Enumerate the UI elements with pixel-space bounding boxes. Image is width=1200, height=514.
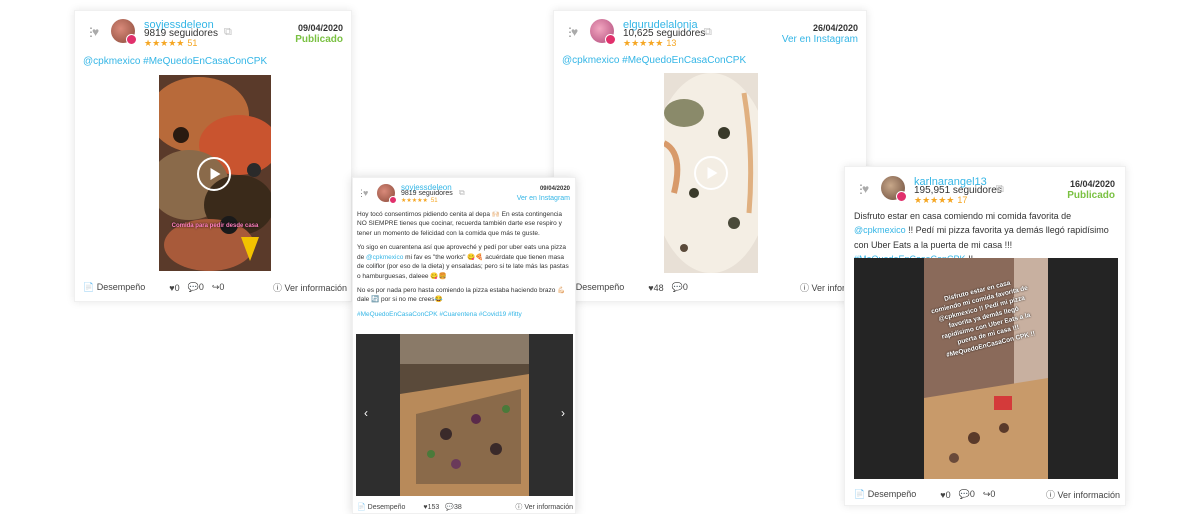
post-video-thumbnail[interactable]: Disfruto estar en casa comiendo mi comid…: [854, 258, 1118, 479]
status-badge: Publicado: [295, 34, 343, 45]
comments-count: 💬38: [445, 504, 462, 511]
external-link-icon[interactable]: ⧉: [704, 26, 712, 39]
rating-stars: ★★★★★ 51: [401, 198, 438, 204]
avatar[interactable]: [111, 19, 137, 45]
post-card-3: ⋮ ♥ elgurudelalonja 10,625 seguidores ★★…: [553, 10, 867, 302]
post-hashtags: @cpkmexico #MeQuedoEnCasaConCPK: [562, 55, 747, 66]
post-date: 09/04/2020: [539, 186, 570, 192]
post-image-carousel[interactable]: ‹ ›: [356, 334, 573, 496]
post-tags[interactable]: #MeQuedoEnCasaConCPK #Cuarentena #Covid1…: [357, 310, 571, 319]
comments-count: 💬0: [187, 282, 204, 292]
more-info-link[interactable]: ⓘ Ver información: [1046, 488, 1120, 501]
instagram-icon: [389, 196, 397, 204]
post-video-thumbnail[interactable]: Comida para pedir desde casa: [159, 75, 271, 271]
card-footer: 📄 Desempeño ♥0 💬0 ↪0 ⓘ Ver información: [854, 488, 1120, 501]
card-footer: 📄 Desempeño ♥0 💬0 ↪0 ⓘ Ver información: [83, 281, 347, 294]
heart-outline-icon[interactable]: ♥: [571, 25, 578, 39]
post-paragraph-1: Hoy tocó consentirnos pidiendo cenita al…: [357, 211, 563, 237]
shares-count: ↪0: [211, 282, 225, 292]
instagram-icon: [605, 34, 616, 45]
post-date: 16/04/2020: [1069, 179, 1115, 189]
external-link-icon[interactable]: ⧉: [459, 188, 465, 198]
mention-link[interactable]: @cpkmexico: [366, 254, 403, 261]
shares-count: ↪0: [982, 489, 996, 499]
followers-count: 9819 seguidores: [401, 190, 453, 197]
play-button[interactable]: [694, 156, 728, 190]
video-overlay-text: Comida para pedir desde casa: [171, 223, 259, 229]
rating-stars: ★★★★★ 51: [144, 38, 198, 48]
view-on-instagram-link[interactable]: Ver en Instagram: [517, 195, 570, 202]
post-date: 09/04/2020: [297, 23, 343, 33]
status-badge: Publicado: [1067, 190, 1115, 201]
avatar[interactable]: [377, 184, 397, 204]
post-body: Hoy tocó consentirnos pidiendo cenita al…: [357, 210, 571, 319]
play-button[interactable]: [197, 157, 231, 191]
post-date: 26/04/2020: [812, 23, 858, 33]
avatar[interactable]: [590, 19, 616, 45]
comments-count: 💬0: [958, 489, 975, 499]
likes-count: ♥153: [423, 503, 440, 511]
post-hashtags: @cpkmexico #MeQuedoEnCasaConCPK: [83, 56, 268, 67]
more-info-link[interactable]: ⓘ Ver información: [273, 281, 347, 294]
post-video-thumbnail[interactable]: [664, 73, 758, 273]
post-card-2: ⋮ ♥ soyjessdeleon 9819 seguidores ★★★★★ 5…: [352, 177, 576, 514]
instagram-icon: [896, 191, 907, 202]
mention-link[interactable]: @cpkmexico: [854, 225, 906, 235]
performance-link[interactable]: 📄 Desempeño: [854, 489, 916, 500]
heart-outline-icon[interactable]: ♥: [363, 188, 368, 198]
card-footer: 📄 Desempeño ♥48 💬0 ⓘ Ver informac: [562, 281, 862, 294]
external-link-icon[interactable]: ⧉: [996, 183, 1004, 196]
rating-stars: ★★★★★ 13: [623, 38, 677, 48]
post-paragraph-2: Yo sigo en cuarentena así que aproveché …: [357, 244, 569, 280]
more-info-link[interactable]: ⓘ Ver información: [515, 502, 573, 512]
post-card-4: ⋮ ♥ karlnarangel13 195,951 seguidores ★★…: [844, 166, 1126, 506]
performance-link[interactable]: 📄 Desempeño: [83, 282, 145, 293]
pizza-image: [356, 334, 573, 496]
view-on-instagram-link[interactable]: Ver en Instagram: [782, 34, 858, 45]
heart-outline-icon[interactable]: ♥: [862, 182, 869, 196]
comments-count: 💬0: [671, 282, 688, 292]
post-card-1: ⋮ ♥ soyjessdeleon 9819 seguidores ★★★★★ 5…: [74, 10, 352, 302]
card-footer: 📄 Desempeño ♥153 💬38 ⓘ Ver información: [357, 502, 573, 512]
carousel-next-icon[interactable]: ›: [561, 406, 565, 420]
external-link-icon[interactable]: ⧉: [224, 26, 232, 39]
avatar[interactable]: [881, 176, 907, 202]
rating-stars: ★★★★★ 17: [914, 195, 968, 205]
likes-count: ♥0: [169, 282, 180, 293]
likes-count: ♥48: [648, 282, 664, 293]
likes-count: ♥0: [940, 489, 951, 500]
performance-link[interactable]: 📄 Desempeño: [357, 503, 405, 511]
heart-outline-icon[interactable]: ♥: [92, 25, 99, 39]
carousel-prev-icon[interactable]: ‹: [364, 406, 368, 420]
post-paragraph-3: No es por nada pero hasta comiendo la pi…: [357, 286, 566, 304]
instagram-icon: [126, 34, 137, 45]
